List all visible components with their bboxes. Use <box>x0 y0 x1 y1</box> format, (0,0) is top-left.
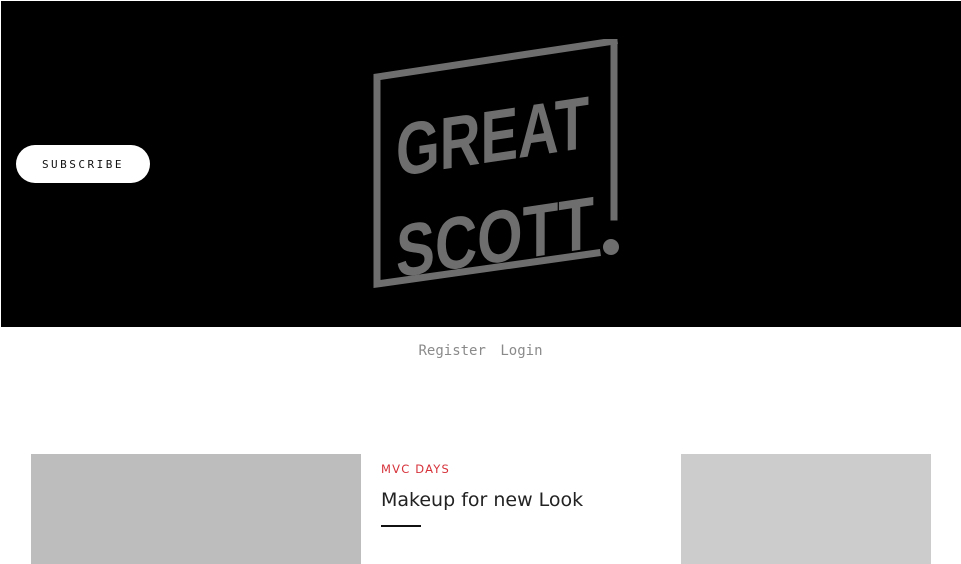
login-link[interactable]: Login <box>500 343 542 359</box>
svg-text:SCOTT: SCOTT <box>396 181 594 291</box>
register-link[interactable]: Register <box>418 343 485 359</box>
post-title[interactable]: Makeup for new Look <box>381 489 661 511</box>
post-category[interactable]: MVC DAYS <box>381 462 661 476</box>
post-excerpt <box>381 543 581 551</box>
title-divider <box>381 525 421 527</box>
subscribe-button[interactable]: SUBSCRIBE <box>16 145 150 183</box>
svg-text:GREAT: GREAT <box>396 81 589 192</box>
hero-banner: SUBSCRIBE GREAT SCOTT <box>1 1 961 327</box>
featured-post-card: MVC DAYS Makeup for new Look <box>381 462 661 551</box>
post-thumbnail-right[interactable] <box>681 454 931 564</box>
great-scott-logo[interactable]: GREAT SCOTT <box>371 39 626 291</box>
auth-links: Register Login <box>0 343 961 359</box>
post-thumbnail-left[interactable] <box>31 454 361 564</box>
